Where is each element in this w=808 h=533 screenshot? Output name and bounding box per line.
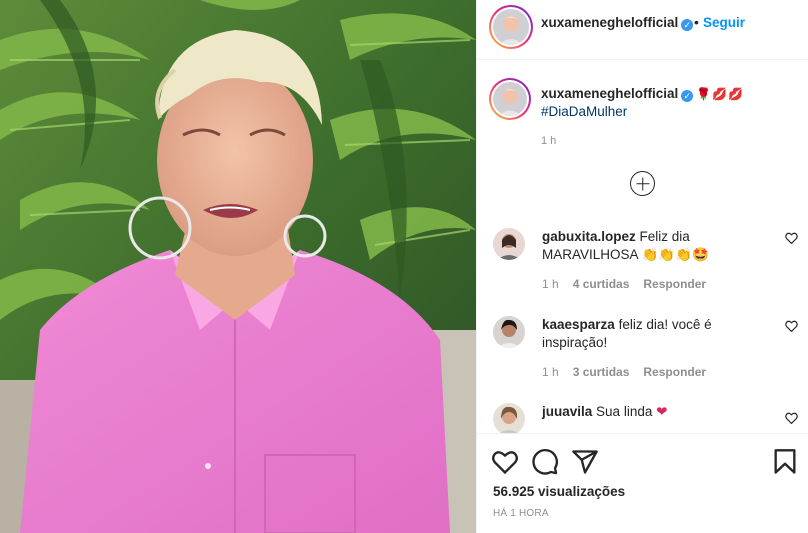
author-avatar [493, 9, 529, 45]
caption-avatar [493, 82, 527, 116]
commenter-avatar[interactable] [493, 228, 525, 260]
author-username[interactable]: xuxameneghelofficial ✓ [541, 15, 694, 31]
comment-meta: 1 h 4 curtidas Responder [542, 277, 720, 291]
share-icon[interactable] [571, 448, 599, 476]
comment-likes[interactable]: 4 curtidas [573, 277, 630, 291]
heart-icon[interactable] [491, 448, 519, 476]
comment-icon[interactable] [531, 448, 559, 476]
bookmark-icon[interactable] [771, 448, 799, 476]
view-count[interactable]: 56.925 visualizações [493, 484, 625, 499]
comment-body: Sua linda ❤ [596, 404, 668, 419]
verified-badge-icon: ✓ [681, 90, 694, 102]
comment-text: gabuxita.lopez Feliz dia MARAVILHOSA 👏👏👏… [542, 228, 767, 264]
caption-username[interactable]: xuxameneghelofficial [541, 86, 678, 101]
comments-list: gabuxita.lopez Feliz dia MARAVILHOSA 👏👏👏… [477, 210, 808, 433]
reply-button[interactable]: Responder [643, 277, 706, 291]
comment-time: 1 h [542, 365, 559, 379]
comment-username[interactable]: gabuxita.lopez [542, 229, 636, 244]
commenter-avatar[interactable] [493, 403, 525, 433]
follow-button[interactable]: Seguir [703, 15, 745, 30]
post-video[interactable] [0, 0, 476, 533]
verified-badge-icon: ✓ [681, 19, 694, 31]
comment-likes[interactable]: 3 curtidas [573, 365, 630, 379]
commenter-avatar[interactable] [493, 316, 525, 348]
commenter-avatar-image [493, 228, 525, 260]
post-side-panel: xuxameneghelofficial ✓ • Seguir xuxameneg… [476, 0, 808, 533]
caption-avatar-ring[interactable] [489, 78, 531, 120]
caption-author[interactable]: xuxameneghelofficial ✓ 🌹💋💋 [541, 86, 744, 102]
author-avatar-ring[interactable] [489, 5, 533, 49]
comment-time: 1 h [542, 277, 559, 291]
commenter-avatar-image [493, 403, 525, 433]
follow-separator: • [694, 14, 699, 30]
caption-emojis: 🌹💋💋 [696, 87, 745, 101]
caption-time: 1 h [541, 135, 557, 147]
comment-username[interactable]: kaaesparza [542, 317, 615, 332]
comment-like-heart-icon[interactable] [785, 320, 798, 332]
load-more-comments-icon[interactable] [630, 171, 655, 196]
post-header: xuxameneghelofficial ✓ • Seguir [477, 0, 808, 60]
comment-text: juuavila Sua linda ❤ [542, 403, 767, 421]
comment-like-heart-icon[interactable] [785, 412, 798, 424]
reply-button[interactable]: Responder [643, 365, 706, 379]
commenter-avatar-image [493, 316, 525, 348]
comment-text: kaaesparza feliz dia! você é inspiração! [542, 316, 767, 352]
video-frame [0, 0, 476, 533]
comment-meta: 1 h 3 curtidas Responder [542, 365, 720, 379]
caption-hashtag[interactable]: #DiaDaMulher [541, 104, 627, 119]
post-actions: 56.925 visualizações HÁ 1 HORA [477, 433, 808, 533]
comment-like-heart-icon[interactable] [785, 232, 798, 244]
author-username-text[interactable]: xuxameneghelofficial [541, 15, 678, 30]
post-timestamp[interactable]: HÁ 1 HORA [493, 508, 549, 519]
comment-username[interactable]: juuavila [542, 404, 592, 419]
